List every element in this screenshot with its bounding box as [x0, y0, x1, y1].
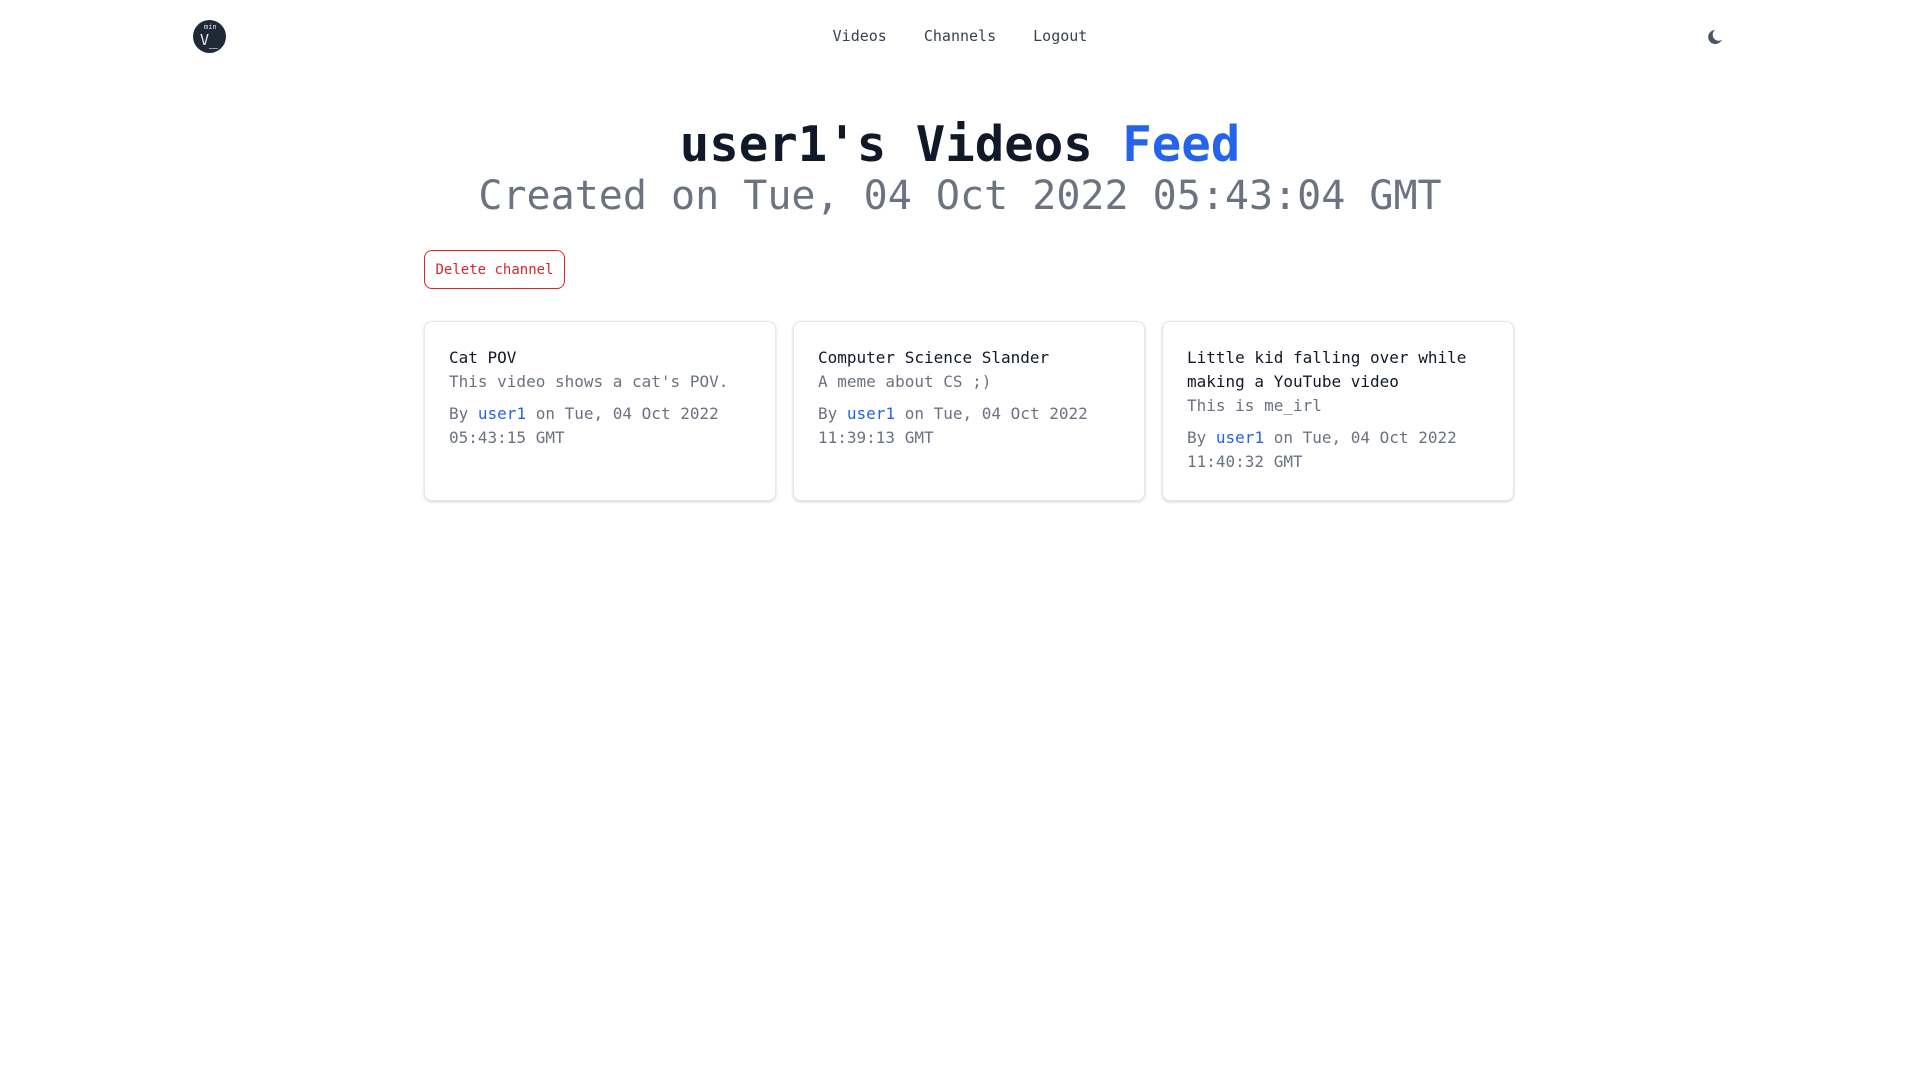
channel-created-date: Created on Tue, 04 Oct 2022 05:43:04 GMT: [478, 173, 1442, 219]
page: min V_ Videos Channels Logout user1's Vi…: [0, 0, 1920, 1080]
video-title: Computer Science Slander: [818, 348, 1050, 367]
by-label: By: [449, 404, 478, 423]
video-description: This video shows a cat's POV.: [449, 372, 729, 391]
video-title: Little kid falling over while making a Y…: [1187, 348, 1467, 391]
delete-channel-button[interactable]: Delete channel: [424, 250, 565, 289]
nav-link-logout[interactable]: Logout: [1033, 27, 1087, 45]
page-title-main: user1's Videos: [679, 116, 1123, 173]
moon-icon: [1708, 30, 1723, 44]
nav-links: Videos Channels Logout: [0, 26, 1920, 46]
video-card-grid: Cat POV This video shows a cat's POV. By…: [424, 321, 1514, 501]
theme-toggle-button[interactable]: [1706, 27, 1726, 47]
video-meta: By user1 on Tue, 04 Oct 2022 05:43:15 GM…: [449, 402, 751, 450]
video-card[interactable]: Computer Science Slander A meme about CS…: [793, 321, 1145, 501]
author-link[interactable]: user1: [847, 404, 895, 423]
top-navbar: min V_ Videos Channels Logout: [0, 0, 1920, 72]
video-description: A meme about CS ;): [818, 372, 992, 391]
author-link[interactable]: user1: [478, 404, 526, 423]
nav-link-videos[interactable]: Videos: [833, 27, 887, 45]
by-label: By: [818, 404, 847, 423]
by-label: By: [1187, 428, 1216, 447]
video-meta: By user1 on Tue, 04 Oct 2022 11:40:32 GM…: [1187, 426, 1489, 474]
page-title-accent: Feed: [1122, 116, 1241, 173]
video-description: This is me_irl: [1187, 396, 1322, 415]
nav-link-channels[interactable]: Channels: [924, 27, 996, 45]
author-link[interactable]: user1: [1216, 428, 1264, 447]
video-card[interactable]: Little kid falling over while making a Y…: [1162, 321, 1514, 501]
video-title: Cat POV: [449, 348, 517, 367]
video-meta: By user1 on Tue, 04 Oct 2022 11:39:13 GM…: [818, 402, 1120, 450]
video-card[interactable]: Cat POV This video shows a cat's POV. By…: [424, 321, 776, 501]
